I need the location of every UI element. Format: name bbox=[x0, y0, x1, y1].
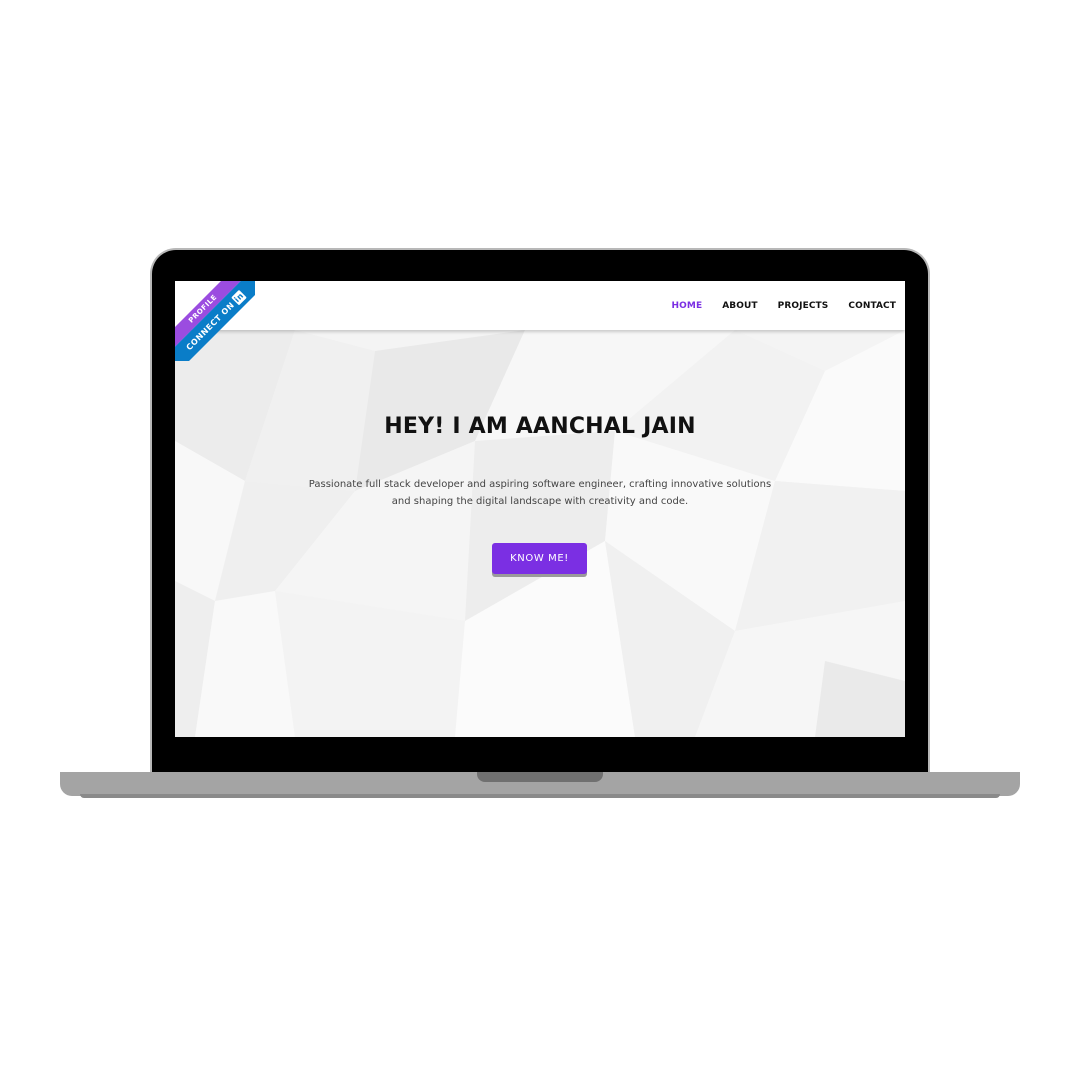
nav-contact-link[interactable]: CONTACT bbox=[848, 301, 896, 311]
linkedin-ribbon[interactable]: PROFILE CONNECT ON in bbox=[175, 281, 255, 361]
laptop-base-edge bbox=[80, 794, 1000, 798]
nav-projects-link[interactable]: PROJECTS bbox=[778, 301, 829, 311]
hero-description: Passionate full stack developer and aspi… bbox=[308, 479, 772, 507]
nav-menu: HOME ABOUT PROJECTS CONTACT bbox=[672, 281, 896, 330]
nav-about-link[interactable]: ABOUT bbox=[722, 301, 757, 311]
laptop-screen: HOME ABOUT PROJECTS CONTACT PROFILE CONN… bbox=[175, 281, 905, 737]
nav-home-link[interactable]: HOME bbox=[672, 301, 703, 311]
linkedin-ribbon-container: PROFILE CONNECT ON in bbox=[175, 281, 255, 361]
know-me-button[interactable]: KNOW ME! bbox=[492, 543, 587, 574]
laptop-notch bbox=[477, 772, 603, 782]
linkedin-icon: in bbox=[230, 289, 247, 305]
top-navbar: HOME ABOUT PROJECTS CONTACT bbox=[175, 281, 905, 330]
hero-title: HEY! I AM AANCHAL JAIN bbox=[384, 414, 696, 439]
